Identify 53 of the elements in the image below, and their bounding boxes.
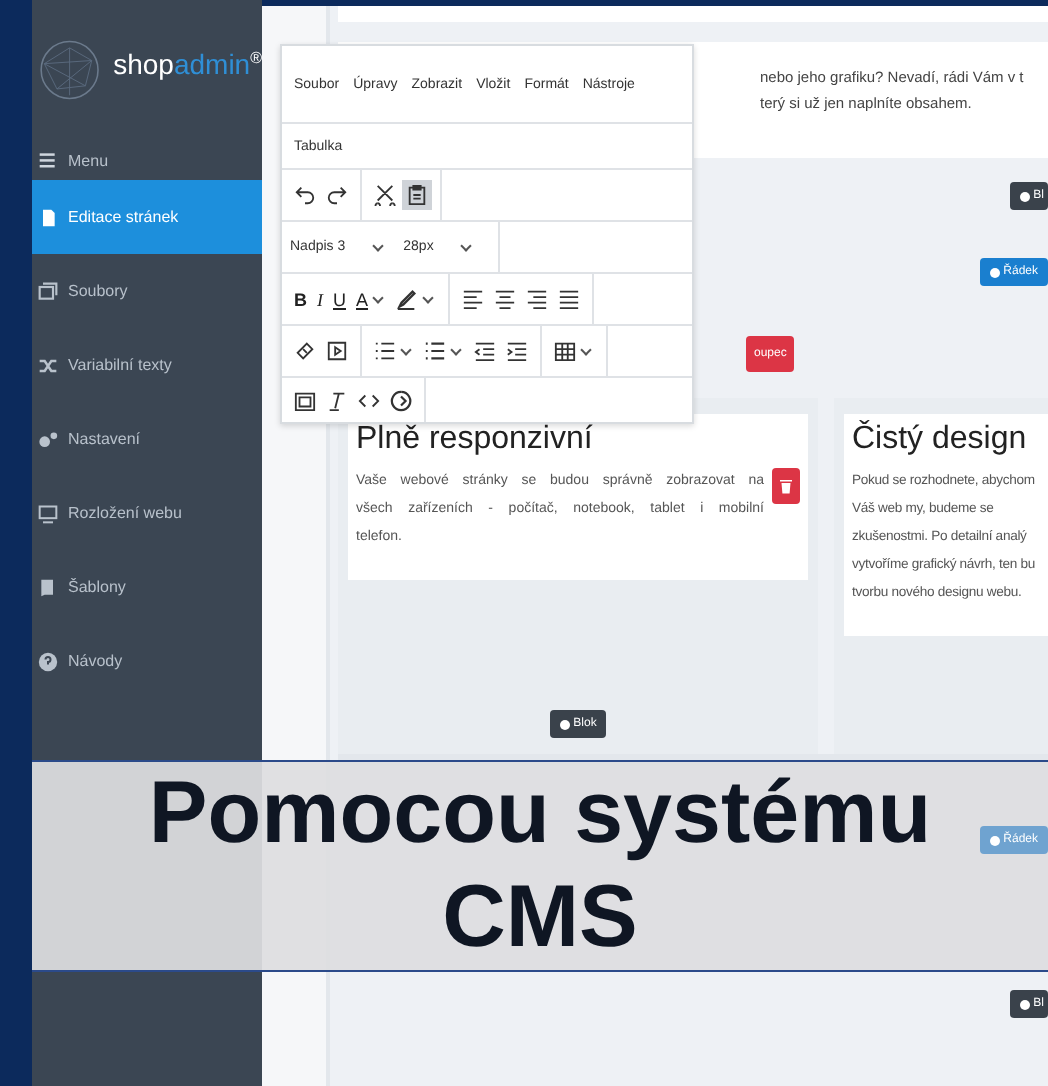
sidebar-item[interactable]: Variabilní texty (32, 328, 262, 402)
shuffle-icon (38, 355, 58, 375)
media-button[interactable] (322, 336, 352, 366)
caption-text: Pomocou systému CMS (146, 762, 934, 970)
plus-icon (1019, 999, 1030, 1009)
plus-icon (1019, 191, 1030, 201)
sidebar-item[interactable]: Návody (32, 624, 262, 698)
fullscreen-icon (294, 389, 316, 411)
delete-button[interactable] (772, 468, 800, 504)
outdent-icon (474, 340, 496, 362)
highlight-icon (396, 288, 419, 310)
menu-icon (38, 150, 58, 170)
align-center-icon (494, 288, 517, 310)
undo-icon (294, 184, 316, 206)
cut-icon (374, 184, 396, 206)
plus-icon (989, 835, 1000, 845)
justify-icon (558, 288, 581, 310)
color-button[interactable]: A (352, 285, 391, 313)
code-icon (358, 389, 380, 411)
paste-button[interactable] (402, 180, 432, 210)
clearformat-icon (326, 389, 348, 411)
trash-icon (780, 478, 792, 494)
cut-button[interactable] (370, 180, 400, 210)
preview-icon (390, 389, 412, 411)
sidebar-item[interactable]: Soubory (32, 254, 262, 328)
registered-mark: ® (250, 48, 262, 67)
sidebar-item[interactable]: Menu (32, 140, 262, 180)
redo-icon (326, 184, 348, 206)
sidebar-item[interactable]: Rozložení webu (32, 476, 262, 550)
logo-text: shop (113, 48, 174, 80)
monitor-icon (38, 503, 58, 523)
column-heading: Plně responzivní (356, 422, 595, 458)
media-icon (326, 340, 348, 362)
plus-icon (559, 719, 570, 729)
bold-button[interactable]: B (290, 285, 311, 313)
sidebar-item[interactable]: Šablony (32, 550, 262, 624)
column-heading: Čistý design (852, 422, 1029, 458)
plus-icon (989, 267, 1000, 277)
sidebar-item[interactable]: Nastavení (32, 402, 262, 476)
page-icon (38, 207, 58, 227)
logo-text-accent: admin (173, 48, 251, 80)
italic-button[interactable]: I (313, 285, 327, 313)
indent-icon (506, 340, 528, 362)
underline-button[interactable]: U (329, 285, 350, 313)
table-icon (554, 340, 576, 362)
align-left-icon (462, 288, 485, 310)
align-right-icon (526, 288, 549, 310)
bullist-icon (424, 340, 446, 362)
help-icon (38, 651, 58, 671)
files-icon (38, 281, 58, 301)
paste-icon (406, 184, 428, 206)
numlist-icon (374, 340, 396, 362)
preview-button[interactable] (386, 385, 416, 415)
